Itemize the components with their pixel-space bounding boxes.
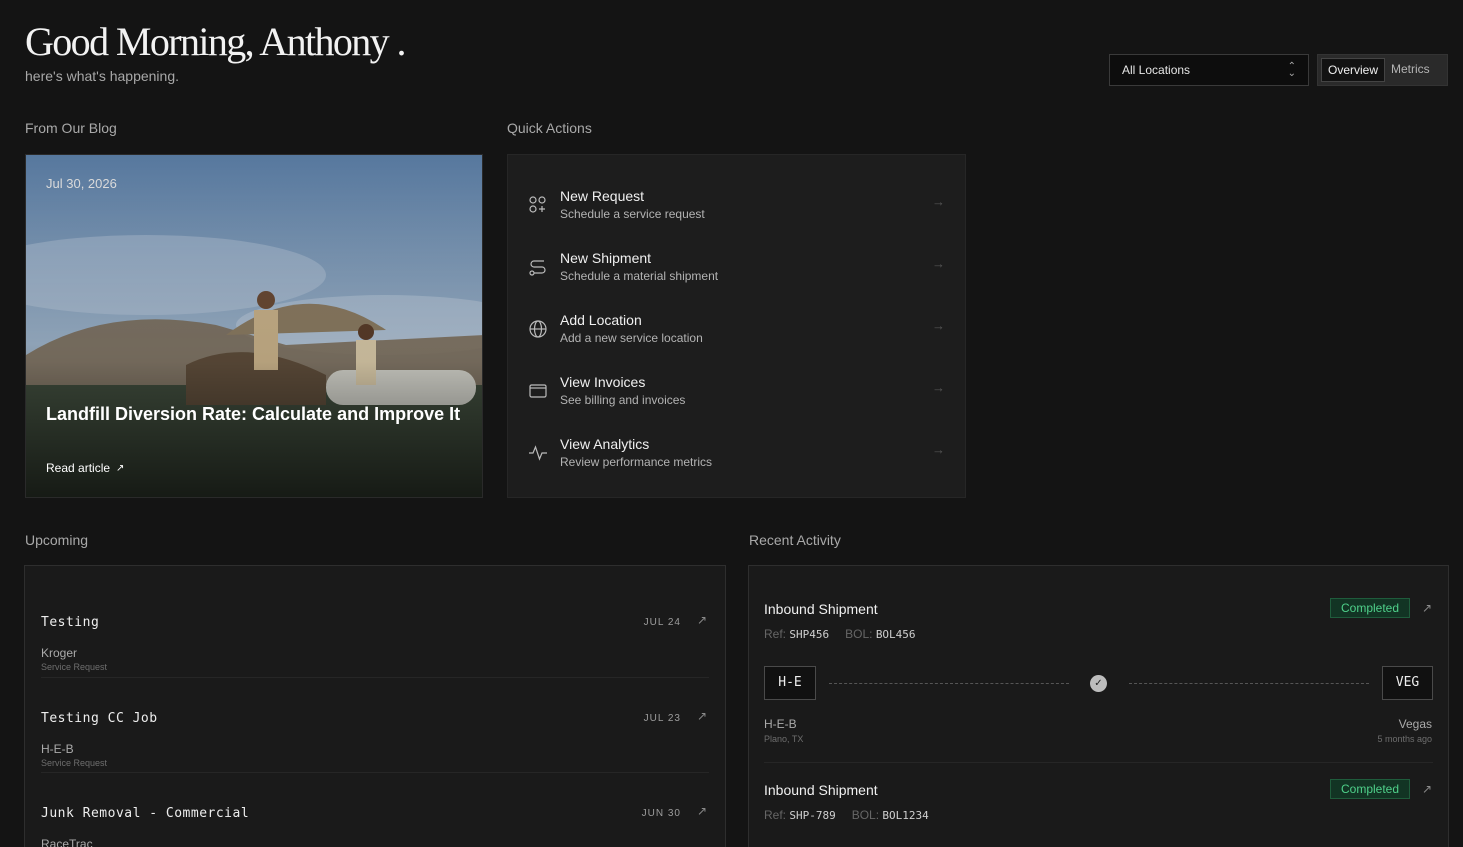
upcoming-section-label: Upcoming	[25, 532, 89, 548]
check-icon: ✓	[1090, 675, 1107, 692]
activity-panel: Inbound Shipment Completed ↗ Ref: SHP456…	[748, 565, 1449, 847]
dest-code: VEG	[1382, 666, 1433, 700]
greeting-title: Good Morning, Anthony .	[25, 19, 406, 64]
arrow-right-icon: →	[932, 380, 945, 395]
activity-item-refs: Ref: SHP-789 BOL: BOL1234	[764, 808, 929, 822]
ref-label: Ref:	[764, 808, 787, 822]
blog-date: Jul 30, 2026	[46, 176, 117, 191]
arrow-right-icon: →	[932, 442, 945, 457]
upcoming-item-title: Junk Removal - Commercial	[41, 806, 250, 821]
status-badge: Completed	[1330, 779, 1410, 799]
arrow-up-right-icon[interactable]: ↗	[697, 804, 707, 818]
request-icon	[529, 196, 546, 213]
view-toggle: Overview Metrics	[1317, 54, 1448, 86]
bol-label: BOL:	[845, 627, 873, 641]
quick-action-subtitle: Schedule a service request	[560, 207, 705, 221]
location-select[interactable]: All Locations ⌃ ⌄	[1109, 54, 1309, 86]
divider	[764, 762, 1433, 763]
quick-action-title: Add Location	[560, 312, 642, 328]
bol-value: BOL456	[875, 628, 916, 641]
activity-item-refs: Ref: SHP456 BOL: BOL456	[764, 627, 916, 641]
upcoming-item-title: Testing	[41, 615, 100, 630]
blog-card[interactable]: Jul 30, 2026 Landfill Diversion Rate: Ca…	[25, 154, 483, 498]
quick-action-title: View Analytics	[560, 436, 650, 452]
quick-action-view-invoices[interactable]: View Invoices See billing and invoices →	[508, 368, 965, 420]
activity-icon	[529, 445, 547, 461]
upcoming-item[interactable]: Junk Removal - Commercial JUN 30 ↗ RaceT…	[41, 772, 709, 847]
quick-action-title: New Request	[560, 188, 645, 204]
blog-title[interactable]: Landfill Diversion Rate: Calculate and I…	[46, 403, 466, 426]
upcoming-item-client: H-E-B	[41, 742, 74, 756]
upcoming-item-date: JUL 23	[643, 713, 681, 724]
upcoming-item[interactable]: Testing CC Job JUL 23 ↗ H-E-B Service Re…	[41, 677, 709, 772]
quick-action-view-analytics[interactable]: View Analytics Review performance metric…	[508, 430, 965, 482]
activity-item-title[interactable]: Inbound Shipment	[764, 601, 878, 617]
upcoming-item-title: Testing CC Job	[41, 711, 158, 726]
upcoming-item-date: JUL 24	[643, 617, 681, 628]
quick-action-subtitle: See billing and invoices	[560, 393, 686, 407]
arrow-up-right-icon[interactable]: ↗	[697, 613, 707, 627]
activity-item-title[interactable]: Inbound Shipment	[764, 782, 878, 798]
quick-action-subtitle: Add a new service location	[560, 331, 703, 345]
upcoming-item-type: Service Request	[41, 758, 108, 768]
ref-label: Ref:	[764, 627, 787, 641]
upcoming-item-client: RaceTrac	[41, 837, 93, 847]
dest-time: 5 months ago	[1377, 734, 1432, 744]
route-icon	[529, 260, 546, 276]
quick-action-title: New Shipment	[560, 250, 652, 266]
tab-overview[interactable]: Overview	[1321, 58, 1386, 82]
quick-action-title: View Invoices	[560, 374, 646, 390]
route-line	[829, 683, 1069, 684]
arrow-right-icon: →	[932, 318, 945, 333]
read-article-label: Read article	[46, 461, 111, 475]
chevron-updown-icon: ⌃ ⌄	[1287, 61, 1296, 79]
ref-value: SHP-789	[789, 809, 836, 822]
tab-metrics[interactable]: Metrics	[1385, 58, 1436, 82]
quick-actions-section-label: Quick Actions	[507, 120, 592, 136]
arrow-up-right-icon: ↗	[116, 462, 125, 474]
arrow-right-icon: →	[932, 256, 945, 271]
status-badge: Completed	[1330, 598, 1410, 618]
origin-name: H-E-B	[764, 717, 797, 731]
quick-action-new-request[interactable]: New Request Schedule a service request →	[508, 182, 965, 234]
greeting-subtitle: here's what's happening.	[25, 68, 180, 84]
arrow-up-right-icon[interactable]: ↗	[697, 709, 707, 723]
quick-action-subtitle: Review performance metrics	[560, 455, 713, 469]
quick-action-add-location[interactable]: Add Location Add a new service location …	[508, 306, 965, 358]
dest-name: Vegas	[1398, 717, 1432, 731]
origin-location: Plano, TX	[764, 734, 804, 744]
arrow-up-right-icon[interactable]: ↗	[1422, 782, 1432, 796]
quick-action-subtitle: Schedule a material shipment	[560, 269, 719, 283]
blog-image	[26, 155, 482, 497]
upcoming-panel: Testing JUL 24 ↗ Kroger Service Request …	[24, 565, 726, 847]
read-article-link[interactable]: Read article ↗	[46, 461, 124, 475]
activity-section-label: Recent Activity	[749, 532, 841, 548]
bol-value: BOL1234	[882, 809, 929, 822]
globe-icon	[529, 320, 547, 338]
quick-action-new-shipment[interactable]: New Shipment Schedule a material shipmen…	[508, 244, 965, 296]
upcoming-item-client: Kroger	[41, 646, 78, 660]
ref-value: SHP456	[789, 628, 830, 641]
route-line	[1129, 683, 1369, 684]
bol-label: BOL:	[851, 808, 880, 822]
upcoming-item-date: JUN 30	[641, 808, 681, 819]
upcoming-item[interactable]: Testing JUL 24 ↗ Kroger Service Request	[41, 582, 709, 677]
location-select-value: All Locations	[1122, 63, 1191, 77]
arrow-up-right-icon[interactable]: ↗	[1422, 601, 1432, 615]
upcoming-item-type: Service Request	[41, 662, 108, 672]
wallet-icon	[529, 384, 547, 398]
arrow-right-icon: →	[932, 194, 945, 209]
quick-actions-panel: New Request Schedule a service request →…	[507, 154, 966, 498]
blog-section-label: From Our Blog	[25, 120, 117, 136]
origin-code: H-E	[764, 666, 816, 700]
